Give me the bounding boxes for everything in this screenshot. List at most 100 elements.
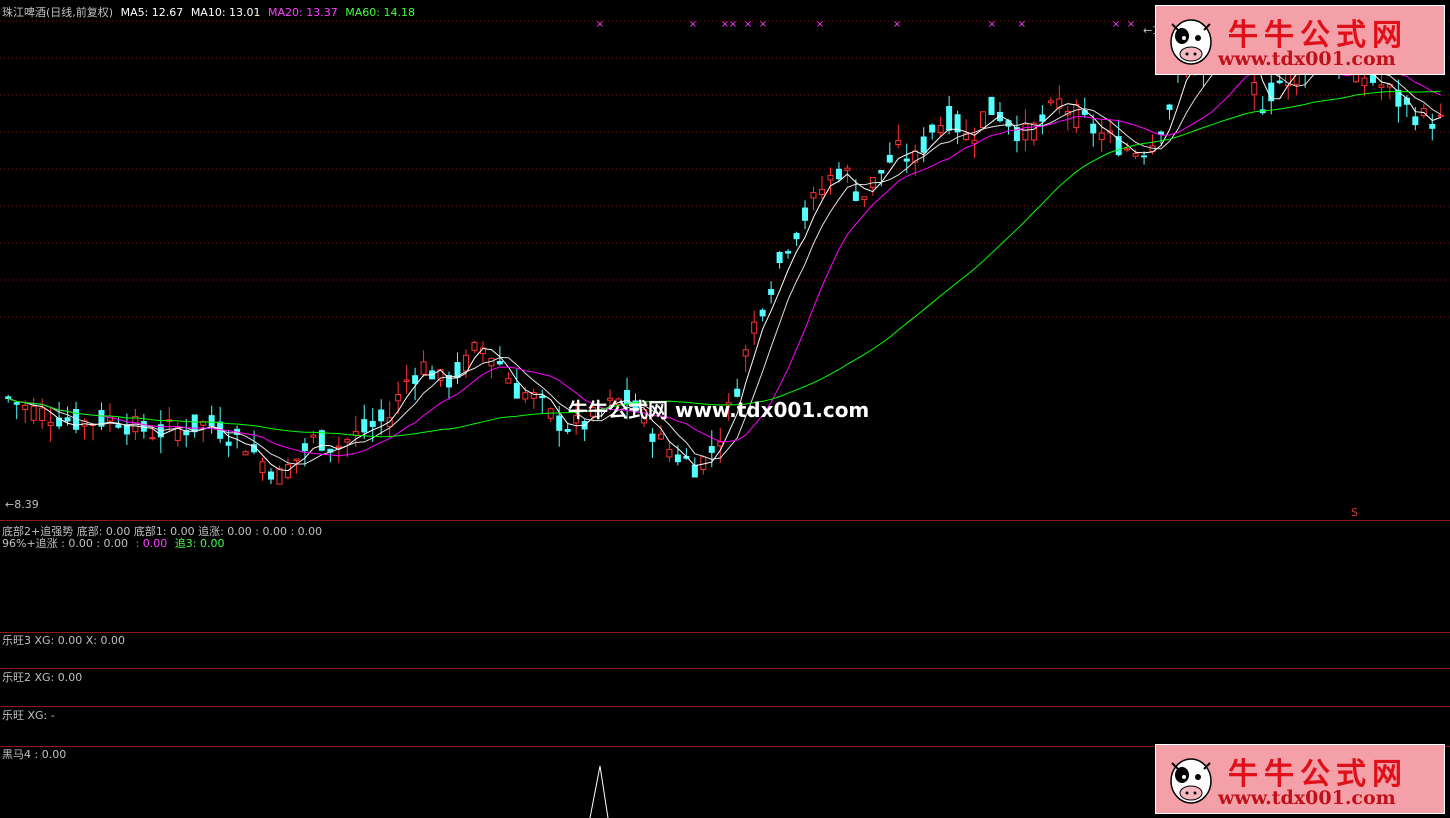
candle[interactable]: [751, 310, 758, 346]
candle-body: [708, 446, 715, 453]
candle[interactable]: [759, 308, 766, 322]
candle[interactable]: [446, 371, 453, 400]
pane-separator: [0, 632, 1450, 633]
candle[interactable]: [988, 96, 995, 115]
candle[interactable]: [429, 365, 436, 380]
candle-body: [852, 191, 859, 201]
candle[interactable]: [1268, 69, 1275, 115]
candle[interactable]: [1056, 85, 1063, 114]
candle[interactable]: [827, 167, 834, 195]
candle[interactable]: [1047, 96, 1054, 106]
price-chart[interactable]: × × × × × × × × × × × ×: [0, 0, 1450, 520]
candle-body: [759, 309, 766, 317]
candle[interactable]: [1251, 71, 1258, 111]
candle[interactable]: [242, 450, 249, 456]
candle[interactable]: [937, 116, 944, 137]
candle[interactable]: [208, 405, 215, 434]
candle[interactable]: [1064, 106, 1071, 131]
candle[interactable]: [895, 124, 902, 149]
candle[interactable]: [649, 428, 656, 458]
candle[interactable]: [259, 457, 266, 481]
candle[interactable]: [268, 468, 275, 485]
candle[interactable]: [1420, 103, 1427, 119]
candle[interactable]: [1013, 115, 1020, 153]
candle[interactable]: [810, 186, 817, 211]
candle[interactable]: [954, 110, 961, 145]
candle[interactable]: [1166, 103, 1173, 120]
candle-body: [361, 419, 368, 433]
candle[interactable]: [293, 458, 300, 474]
candle[interactable]: [1005, 119, 1012, 135]
candle[interactable]: [691, 457, 698, 478]
candle[interactable]: [183, 418, 190, 448]
candle[interactable]: [403, 365, 410, 394]
candle[interactable]: [174, 422, 181, 447]
candle[interactable]: [768, 281, 775, 304]
candle[interactable]: [1429, 113, 1436, 141]
candle[interactable]: [13, 401, 20, 420]
candle[interactable]: [666, 441, 673, 463]
candle[interactable]: [564, 424, 571, 435]
candle[interactable]: [1259, 96, 1266, 115]
candle[interactable]: [1081, 97, 1088, 118]
candle[interactable]: [963, 119, 970, 142]
candle[interactable]: [861, 196, 868, 208]
candle[interactable]: [217, 406, 224, 443]
candle[interactable]: [395, 381, 402, 415]
candle[interactable]: [946, 95, 953, 135]
candle[interactable]: [996, 102, 1003, 123]
candle[interactable]: [700, 455, 707, 475]
candle[interactable]: [479, 341, 486, 363]
candle-body: [810, 192, 817, 199]
candle[interactable]: [513, 369, 520, 399]
candle[interactable]: [929, 123, 936, 140]
candle[interactable]: [1412, 107, 1419, 131]
candle-body: [395, 393, 402, 402]
price-pane[interactable]: × × × × × × × × × × × ×: [0, 0, 1450, 520]
indicator1-subheader: 96%+追涨 : 0.00 : 0.00 : 0.00 追3: 0.00: [2, 537, 225, 550]
candle[interactable]: [22, 400, 29, 423]
candle[interactable]: [505, 372, 512, 384]
candle[interactable]: [793, 231, 800, 246]
candle[interactable]: [200, 420, 207, 442]
candle[interactable]: [157, 410, 164, 454]
candle[interactable]: [420, 350, 427, 377]
candle[interactable]: [818, 176, 825, 199]
candle[interactable]: [869, 176, 876, 196]
candle[interactable]: [166, 407, 173, 433]
candle[interactable]: [378, 399, 385, 435]
candle-body: [293, 458, 300, 462]
candle[interactable]: [90, 423, 97, 441]
price-header: 珠江啤酒(日线,前复权) MA5: 12.67 MA10: 13.01 MA20…: [2, 6, 419, 19]
candle-body: [403, 379, 410, 382]
ma60-line: [8, 90, 1441, 438]
candle[interactable]: [776, 250, 783, 269]
candle[interactable]: [1039, 105, 1046, 135]
candle[interactable]: [886, 142, 893, 164]
candle[interactable]: [547, 407, 554, 422]
candle-body: [335, 445, 342, 449]
candle[interactable]: [30, 397, 37, 425]
candle[interactable]: [140, 413, 147, 439]
candle[interactable]: [496, 346, 503, 366]
candle[interactable]: [191, 414, 198, 438]
candle[interactable]: [802, 200, 809, 230]
candle-body: [768, 289, 775, 295]
candle[interactable]: [454, 352, 461, 384]
candle-body: [22, 404, 29, 411]
candle[interactable]: [742, 344, 749, 373]
candle[interactable]: [785, 249, 792, 259]
candle[interactable]: [39, 398, 46, 429]
candle[interactable]: [1378, 71, 1385, 101]
candle[interactable]: [386, 401, 393, 437]
candle[interactable]: [539, 389, 546, 414]
pane-separator: [0, 520, 1450, 521]
candle[interactable]: [56, 401, 63, 430]
candle[interactable]: [530, 388, 537, 409]
candle-body: [827, 174, 834, 181]
candle[interactable]: [1437, 103, 1444, 119]
candle[interactable]: [234, 425, 241, 449]
candle[interactable]: [471, 340, 478, 354]
candle[interactable]: [1395, 79, 1402, 123]
candle-body: [276, 467, 283, 485]
